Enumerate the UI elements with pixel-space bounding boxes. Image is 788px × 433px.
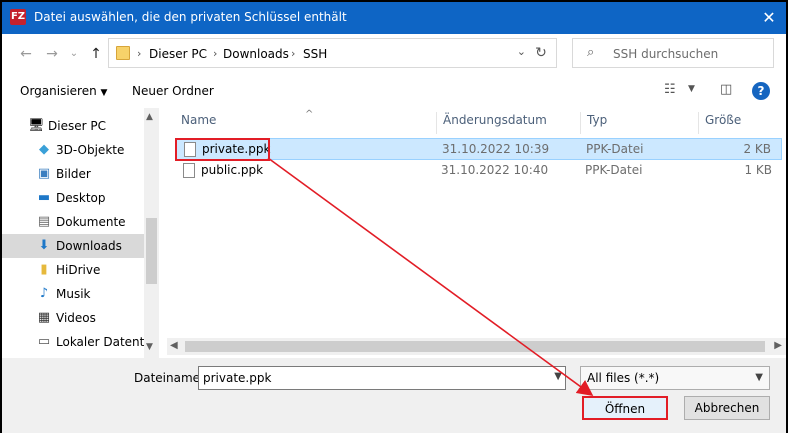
- file-type: PPK-Datei: [586, 142, 644, 156]
- navigation-pane: 🖥 Dieser PC ◆ 3D-Objekte ▣ Bilder ▬ Desk…: [2, 108, 159, 358]
- documents-icon: ▤: [37, 214, 51, 229]
- file-date: 31.10.2022 10:40: [441, 163, 549, 177]
- sidebar-item-label: Videos: [56, 311, 96, 325]
- sidebar-item-label: Lokaler Datenträger: [56, 335, 144, 349]
- computer-icon: 🖥: [28, 118, 45, 133]
- scrollbar-thumb[interactable]: [146, 218, 157, 284]
- cube-icon: ◆: [39, 142, 49, 157]
- close-button[interactable]: ✕: [758, 8, 780, 28]
- file-list-scrollbar[interactable]: ◀ ▶: [167, 338, 786, 355]
- new-folder-button[interactable]: Neuer Ordner: [132, 84, 214, 98]
- sidebar-item-this-pc[interactable]: 🖥 Dieser PC: [2, 114, 144, 138]
- filename-input[interactable]: private.ppk ▼: [198, 366, 566, 390]
- chevron-down-icon[interactable]: ▼: [146, 342, 153, 352]
- sidebar-item-documents[interactable]: ▤ Dokumente: [2, 210, 144, 234]
- sidebar-item-label: Musik: [56, 287, 91, 301]
- filename-label: Dateiname:: [134, 371, 205, 385]
- window-title: Datei auswählen, die den privaten Schlüs…: [34, 10, 347, 24]
- up-arrow-icon[interactable]: ↑: [86, 44, 106, 64]
- sidebar-item-desktop[interactable]: ▬ Desktop: [2, 186, 144, 210]
- file-icon: [183, 163, 195, 178]
- column-header-size[interactable]: Größe: [699, 112, 777, 134]
- dialog-footer: Dateiname: private.ppk ▼ All files (*.*)…: [2, 358, 786, 433]
- column-header-name[interactable]: ^ Name: [175, 109, 437, 134]
- navigation-row: ← → ⌄ ↑ › Dieser PC › Downloads › SSH ⌄ …: [2, 34, 786, 74]
- breadcrumb-this-pc[interactable]: Dieser PC: [149, 47, 207, 61]
- drive-icon: ▭: [37, 334, 51, 349]
- sidebar-item-label: Bilder: [56, 167, 91, 181]
- filezilla-icon: FZ: [10, 9, 26, 25]
- refresh-icon[interactable]: ↻: [532, 44, 550, 62]
- sidebar-item-hidrive[interactable]: ▮ HiDrive: [2, 258, 144, 282]
- videos-icon: ▦: [37, 310, 51, 325]
- preview-pane-icon[interactable]: ◫: [720, 82, 732, 97]
- sidebar-item-label: Dieser PC: [48, 119, 106, 133]
- breadcrumb-ssh[interactable]: SSH: [303, 47, 327, 61]
- address-bar[interactable]: › Dieser PC › Downloads › SSH ⌄ ↻: [108, 38, 557, 68]
- file-dialog-window: FZ Datei auswählen, die den privaten Sch…: [0, 0, 788, 433]
- column-header-date[interactable]: Änderungsdatum: [437, 112, 581, 134]
- sidebar-item-music[interactable]: ♪ Musik: [2, 282, 144, 306]
- organize-button[interactable]: Organisieren ▼: [20, 84, 107, 98]
- chevron-up-icon[interactable]: ▲: [146, 112, 153, 122]
- back-arrow-icon[interactable]: ←: [16, 44, 36, 64]
- search-icon: ⌕: [587, 45, 595, 60]
- sidebar-item-label: Desktop: [56, 191, 106, 205]
- sort-ascending-icon: ^: [305, 109, 314, 120]
- file-type-select[interactable]: All files (*.*) ▼: [580, 366, 770, 390]
- music-icon: ♪: [39, 286, 49, 301]
- folder-icon: ▮: [40, 262, 48, 277]
- sidebar-item-label: Dokumente: [56, 215, 126, 229]
- downloads-icon: ⬇: [38, 238, 50, 253]
- title-bar: FZ Datei auswählen, die den privaten Sch…: [2, 2, 786, 34]
- desktop-icon: ▬: [37, 190, 51, 205]
- recent-chevron-icon[interactable]: ⌄: [64, 44, 84, 64]
- caret-down-icon: ▼: [100, 88, 108, 98]
- organize-label: Organisieren: [20, 84, 97, 98]
- view-options-icon[interactable]: ☷: [664, 82, 676, 97]
- file-date: 31.10.2022 10:39: [442, 142, 550, 156]
- sidebar-item-label: Downloads: [56, 239, 122, 253]
- sidebar-item-local-drive[interactable]: ▭ Lokaler Datenträger: [2, 330, 144, 354]
- file-name: public.ppk: [201, 163, 264, 177]
- chevron-down-icon[interactable]: ⌄: [517, 45, 526, 58]
- sidebar-item-label: HiDrive: [56, 263, 101, 277]
- filename-value: private.ppk: [203, 371, 272, 385]
- breadcrumb-downloads[interactable]: Downloads: [223, 47, 289, 61]
- help-icon[interactable]: ?: [752, 82, 770, 100]
- forward-arrow-icon[interactable]: →: [42, 44, 62, 64]
- folder-icon: [116, 46, 130, 60]
- chevron-right-icon: ›: [137, 47, 142, 60]
- file-size: 2 KB: [743, 142, 771, 156]
- file-row-public-ppk[interactable]: public.ppk 31.10.2022 10:40 PPK-Datei 1 …: [175, 160, 782, 182]
- open-button[interactable]: Öffnen: [582, 396, 668, 420]
- file-type-value: All files (*.*): [587, 371, 660, 385]
- search-placeholder: SSH durchsuchen: [613, 47, 719, 61]
- scrollbar-thumb[interactable]: [185, 341, 765, 352]
- sidebar-item-videos[interactable]: ▦ Videos: [2, 306, 144, 330]
- column-header-label: Name: [181, 113, 217, 127]
- sidebar-item-3d-objects[interactable]: ◆ 3D-Objekte: [2, 138, 144, 162]
- sidebar-item-pictures[interactable]: ▣ Bilder: [2, 162, 144, 186]
- file-size: 1 KB: [744, 163, 772, 177]
- cancel-button[interactable]: Abbrechen: [684, 396, 770, 420]
- chevron-right-icon[interactable]: ▶: [774, 340, 782, 351]
- toolbar: Organisieren ▼ Neuer Ordner ☷ ▼ ◫ ?: [2, 74, 786, 108]
- sidebar-item-label: 3D-Objekte: [56, 143, 125, 157]
- sidebar-item-downloads[interactable]: ⬇ Downloads: [2, 234, 144, 258]
- chevron-right-icon: ›: [213, 47, 218, 60]
- annotation-highlight-file: [175, 138, 270, 161]
- chevron-left-icon[interactable]: ◀: [170, 340, 178, 351]
- chevron-down-icon[interactable]: ▼: [554, 371, 562, 382]
- caret-down-icon[interactable]: ▼: [688, 84, 695, 94]
- chevron-down-icon: ▼: [755, 372, 763, 383]
- sidebar-scrollbar[interactable]: ▲ ▼: [144, 108, 159, 358]
- chevron-right-icon: ›: [291, 47, 296, 60]
- file-type: PPK-Datei: [585, 163, 643, 177]
- search-box[interactable]: ⌕ SSH durchsuchen: [572, 38, 774, 68]
- pictures-icon: ▣: [37, 166, 51, 181]
- column-header-type[interactable]: Typ: [581, 112, 699, 134]
